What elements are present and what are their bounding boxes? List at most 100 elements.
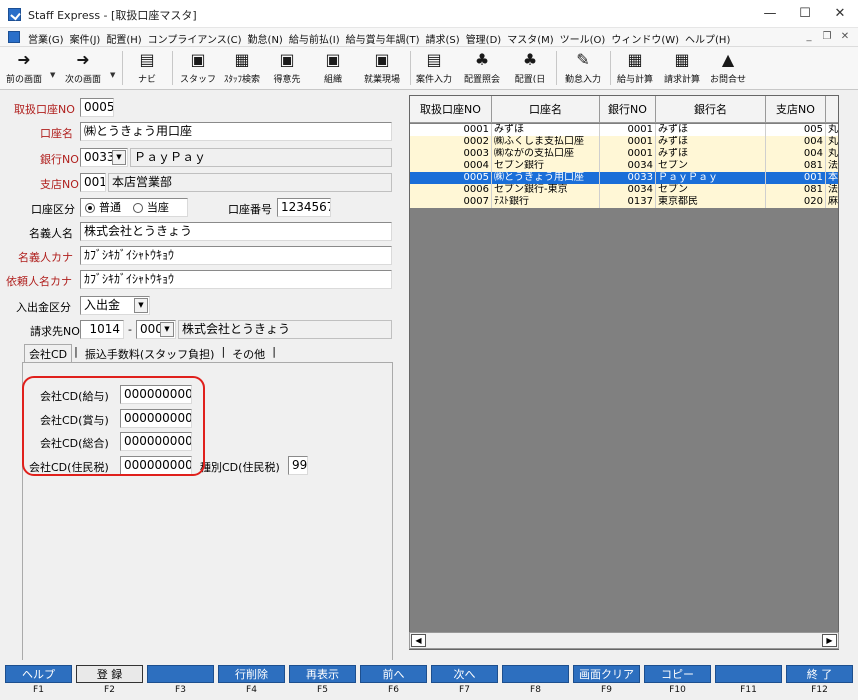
menu-item[interactable]: ツール(O) xyxy=(560,31,612,46)
grid-header-account-no[interactable]: 取扱口座NO xyxy=(410,96,492,123)
fkey-f11-button[interactable] xyxy=(715,665,782,683)
maximize-button[interactable]: ☐ xyxy=(790,4,820,24)
branch-no-field[interactable]: 001 xyxy=(80,173,106,192)
table-row[interactable]: 0004セブン銀行0034セブン081法人 xyxy=(410,160,838,172)
fkey-refresh-button[interactable]: 再表示 xyxy=(289,665,356,683)
grid-header-bank-name[interactable]: 銀行名 xyxy=(656,96,766,123)
table-row[interactable]: 0002㈱ふくしま支払口座0001みずほ004丸の xyxy=(410,136,838,148)
close-button[interactable]: ✕ xyxy=(825,4,855,24)
assign-inquiry-button[interactable]: ♣ 配置照会 xyxy=(460,49,504,87)
next-dropdown-icon[interactable]: ▼ xyxy=(110,71,115,79)
grid-horizontal-scrollbar[interactable]: ◀ ▶ xyxy=(409,632,839,649)
workplace-button[interactable]: ▣ 就業現場 xyxy=(358,49,406,87)
table-row[interactable]: 0005㈱とうきょう用口座0033ＰａｙＰａｙ001本店 xyxy=(410,172,838,184)
menu-item[interactable]: 案件(J) xyxy=(70,31,107,46)
account-no-field[interactable]: 0005 xyxy=(80,98,114,117)
account-number-field[interactable]: 1234567 xyxy=(277,198,331,217)
menu-item[interactable]: 管理(D) xyxy=(466,31,508,46)
fkey-prev-button[interactable]: 前へ xyxy=(360,665,427,683)
chevron-down-icon[interactable]: ▼ xyxy=(112,150,126,165)
attendance-entry-button[interactable]: ✎ 勤怠入力 xyxy=(560,49,606,87)
menu-item[interactable]: ウィンドウ(W) xyxy=(611,31,685,46)
fkey-exit-button[interactable]: 終 了 xyxy=(786,665,853,683)
fkey-delete-row-button[interactable]: 行削除 xyxy=(218,665,285,683)
payroll-calc-button[interactable]: ▦ 給与計算 xyxy=(613,49,657,87)
tab-company-cd[interactable]: 会社CD xyxy=(24,344,73,364)
staff-search-button[interactable]: ▦ ｽﾀｯﾌ検索 xyxy=(220,49,264,87)
minimize-button[interactable]: — xyxy=(755,4,785,24)
account-no-label: 取扱口座NO xyxy=(14,103,75,116)
fkey-label: F4 xyxy=(246,685,257,695)
table-cell: 0003 xyxy=(410,148,492,160)
inquiry-button[interactable]: ▲ お問合せ xyxy=(706,49,750,87)
next-screen-button[interactable]: ➜ 次の画面 xyxy=(60,49,106,87)
client-button[interactable]: ▣ 得意先 xyxy=(268,49,306,87)
billing-to-sub-select[interactable]: 000 ▼ xyxy=(136,320,176,339)
holder-kana-field[interactable]: ｶﾌﾞｼｷｶﾞｲｼｬﾄｳｷｮｳ xyxy=(80,246,392,265)
requester-kana-field[interactable]: ｶﾌﾞｼｷｶﾞｲｼｬﾄｳｷｮｳ xyxy=(80,270,392,289)
staff-button[interactable]: ▣ スタッフ xyxy=(178,49,218,87)
menu-item[interactable]: 給与前払(I) xyxy=(289,31,346,46)
menu-item[interactable]: 配置(H) xyxy=(106,31,147,46)
tab-other[interactable]: その他 xyxy=(227,344,270,364)
tab-strip: 会社CD | 振込手数料(スタッフ負担) | その他 | xyxy=(24,344,278,364)
menu-item[interactable]: ヘルプ(H) xyxy=(685,31,736,46)
menu-item[interactable]: 勤怠(N) xyxy=(248,31,289,46)
grid-header-branch-name xyxy=(826,96,838,123)
menu-item[interactable]: マスタ(M) xyxy=(507,31,559,46)
holder-name-field[interactable]: 株式会社とうきょう xyxy=(80,222,392,241)
inout-select[interactable]: 入出金 ▼ xyxy=(80,296,150,315)
resident-type-field[interactable]: 99 xyxy=(288,456,308,475)
fkey-f8-button[interactable] xyxy=(502,665,569,683)
table-cell: 丸の xyxy=(826,136,838,148)
fkey-clear-screen-button[interactable]: 画面クリア xyxy=(573,665,640,683)
mdi-close-button[interactable]: ✕ xyxy=(838,30,852,44)
prev-screen-button[interactable]: ➜ 前の画面 xyxy=(2,49,46,87)
grid-header-branch-no[interactable]: 支店NO xyxy=(766,96,826,123)
assign-day-button[interactable]: ♣ 配置(日 xyxy=(508,49,552,87)
menu-item[interactable]: 営業(G) xyxy=(28,31,70,46)
billing-to-no-field[interactable]: 1014 xyxy=(80,320,124,339)
table-cell: ㈱ふくしま支払口座 xyxy=(492,136,600,148)
account-name-field[interactable]: ㈱とうきょう用口座 xyxy=(80,122,392,141)
branch-name-field: 本店営業部 xyxy=(108,173,392,192)
account-type-toza[interactable]: 当座 xyxy=(132,199,169,216)
chevron-down-icon[interactable]: ▼ xyxy=(134,298,148,313)
staff-search-icon: ▦ xyxy=(234,50,250,69)
grid-header-bank-no[interactable]: 銀行NO xyxy=(600,96,656,123)
table-row[interactable]: 0001みずほ0001みずほ005丸之 xyxy=(410,124,838,136)
menu-bar: 営業(G) 案件(J) 配置(H) コンプライアンス(C) 勤怠(N) 給与前払(I) 給与… xyxy=(0,28,858,47)
fkey-f3-button[interactable] xyxy=(147,665,214,683)
billing-calc-button[interactable]: ▦ 請求計算 xyxy=(660,49,704,87)
fkey-help-button[interactable]: ヘルプ xyxy=(5,665,72,683)
prev-dropdown-icon[interactable]: ▼ xyxy=(50,71,55,79)
job-entry-button[interactable]: ▤ 案件入力 xyxy=(412,49,456,87)
table-row[interactable]: 0006セブン銀行-東京0034セブン081法人 xyxy=(410,184,838,196)
chevron-down-icon[interactable]: ▼ xyxy=(160,322,174,337)
fkey-save-button[interactable]: 登 録 xyxy=(76,665,143,683)
menu-item[interactable]: 請求(S) xyxy=(426,31,466,46)
mdi-restore-button[interactable]: ❐ xyxy=(820,30,834,44)
bank-no-select[interactable]: 0033 ▼ xyxy=(80,148,128,167)
fkey-label: F6 xyxy=(388,685,399,695)
branch-no-label: 支店NO xyxy=(40,178,79,191)
mdi-minimize-button[interactable]: _ xyxy=(802,30,816,44)
navi-button[interactable]: ▤ ナビ xyxy=(128,49,166,87)
menu-item[interactable]: 給与賞与年調(T) xyxy=(346,31,426,46)
menu-item[interactable]: コンプライアンス(C) xyxy=(148,31,248,46)
tab-transfer-fee[interactable]: 振込手数料(スタッフ負担) xyxy=(80,344,220,364)
organization-button[interactable]: ▣ 組織 xyxy=(314,49,352,87)
grid-header-account-name[interactable]: 口座名 xyxy=(492,96,600,123)
account-type-futsu[interactable]: 普通 xyxy=(85,199,121,216)
table-cell: 0137 xyxy=(600,196,656,208)
scroll-right-icon[interactable]: ▶ xyxy=(822,634,837,647)
table-row[interactable]: 0007ﾃｽﾄ銀行0137東京都民020麻布 xyxy=(410,196,838,208)
mdi-child-icon[interactable] xyxy=(8,31,20,43)
toolbar: ➜ 前の画面 ▼ ➜ 次の画面 ▼ ▤ ナビ ▣ スタッフ ▦ ｽﾀｯﾌ検索 ▣… xyxy=(0,47,858,90)
table-row[interactable]: 0003㈱ながの支払口座0001みずほ004丸の xyxy=(410,148,838,160)
account-grid: 取扱口座NO 口座名 銀行NO 銀行名 支店NO 0001 みずほ 0001 みずほ 0… xyxy=(409,95,839,650)
fkey-next-button[interactable]: 次へ xyxy=(431,665,498,683)
scroll-left-icon[interactable]: ◀ xyxy=(411,634,426,647)
table-cell: セブン xyxy=(656,184,766,196)
fkey-copy-button[interactable]: コピー xyxy=(644,665,711,683)
